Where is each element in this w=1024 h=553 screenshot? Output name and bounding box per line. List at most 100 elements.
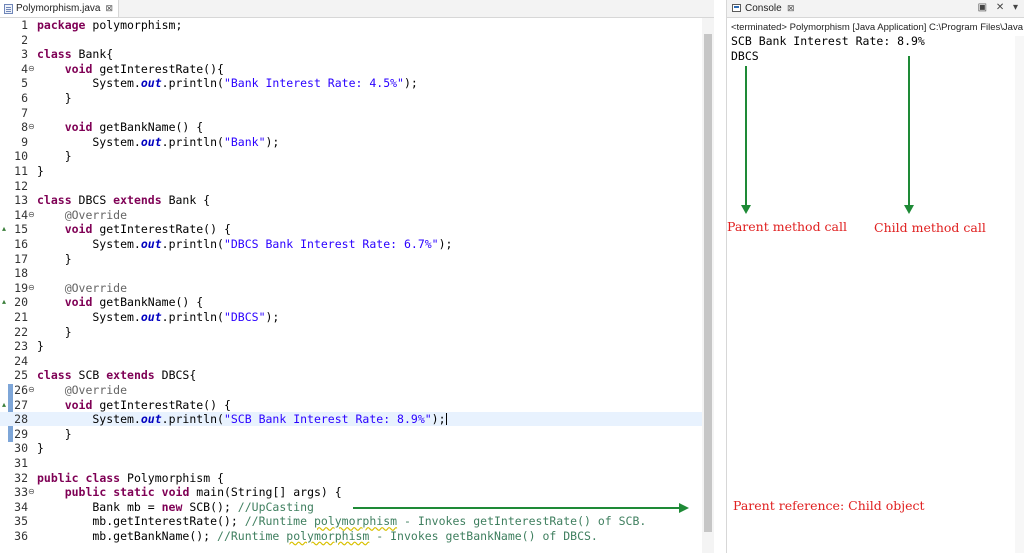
code-text: class SCB extends DBCS{ (37, 368, 197, 383)
code-text: public class Polymorphism { (37, 470, 224, 485)
code-line[interactable]: 30} (0, 441, 702, 455)
code-text: } (37, 339, 44, 354)
code-line[interactable]: 35 mb.getInterestRate(); //Runtime polym… (0, 514, 702, 528)
code-text: mb.getInterestRate(); //Runtime polymorp… (37, 514, 647, 529)
code-line[interactable]: 20 ▴ void getBankName() { (0, 295, 702, 309)
code-line[interactable]: 9 System.out.println("Bank"); (0, 135, 702, 149)
fold-toggle-icon[interactable]: ⊖ (28, 383, 36, 398)
code-line[interactable]: 15 ▴ void getInterestRate() { (0, 222, 702, 236)
line-number: 26 (14, 383, 28, 397)
code-line[interactable]: 2 (0, 33, 702, 47)
code-line[interactable]: 5 System.out.println("Bank Interest Rate… (0, 76, 702, 90)
parent-reference-note: Parent reference: Child object (733, 498, 925, 513)
code-line[interactable]: 32 public class Polymorphism { (0, 471, 702, 485)
close-icon[interactable]: ⊠ (787, 3, 795, 14)
code-line[interactable]: 10 } (0, 149, 702, 163)
code-line[interactable]: 31 (0, 456, 702, 470)
code-line[interactable]: 14 ⊖ @Override (0, 208, 702, 222)
line-number: 24 (14, 353, 28, 368)
terminated-status: <terminated> Polymorphism [Java Applicat… (731, 22, 1023, 33)
code-line[interactable]: 27 ▴ void getInterestRate() { (0, 398, 702, 412)
console-scrollbar[interactable] (1015, 36, 1024, 553)
code-line[interactable]: 16 System.out.println("DBCS Bank Interes… (0, 237, 702, 251)
code-line[interactable]: 21 System.out.println("DBCS"); (0, 310, 702, 324)
code-text: void getInterestRate() { (64, 397, 231, 412)
code-text: } (37, 164, 44, 178)
code-text: } (37, 426, 72, 441)
console-toolbar-icons[interactable]: ▣ ✕ ▾ (978, 2, 1021, 13)
tab-console[interactable]: Console (745, 3, 782, 14)
code-line[interactable]: 29 } (0, 427, 702, 441)
fold-toggle-icon[interactable]: ⊖ (28, 208, 36, 223)
code-line[interactable]: 22 } (0, 325, 702, 339)
code-text: mb.getBankName(); //Runtime polymorphism… (37, 529, 598, 543)
line-number: 33 (14, 485, 28, 500)
code-editor[interactable]: Polymorphism.java ⊠ 1 package polymorphis… (0, 0, 714, 553)
line-number: 31 (14, 456, 28, 470)
code-text: } (37, 149, 72, 164)
line-number: 11 (14, 164, 28, 178)
line-number: 25 (14, 368, 28, 383)
line-number: 22 (14, 324, 28, 339)
code-line[interactable]: 13 class DBCS extends Bank { (0, 193, 702, 207)
code-line[interactable]: 36 mb.getBankName(); //Runtime polymorph… (0, 529, 702, 543)
code-line[interactable]: 19 ⊖ @Override (0, 281, 702, 295)
vertical-scrollbar[interactable] (702, 18, 714, 553)
tab-label: Polymorphism.java (16, 3, 101, 14)
code-line[interactable]: 17 } (0, 252, 702, 266)
code-text: public static void main(String[] args) { (64, 485, 342, 500)
override-marker-icon: ▴ (2, 297, 7, 307)
code-line[interactable]: 33 ⊖ public static void main(String[] arg… (0, 485, 702, 499)
line-number: 2 (21, 32, 28, 47)
code-line[interactable]: 28 System.out.println("SCB Bank Interest… (0, 412, 702, 427)
child-method-call-note: Child method call (874, 220, 986, 235)
code-text: void getInterestRate() { (64, 222, 231, 237)
code-text: class Bank{ (37, 47, 114, 62)
code-text: Bank mb = new SCB(); //UpCasting (37, 499, 314, 514)
code-line[interactable]: 23} (0, 339, 702, 353)
java-file-icon (4, 3, 13, 14)
code-line[interactable]: 4 ⊖ void getInterestRate(){ (0, 62, 702, 76)
code-text: System.out.println("Bank"); (37, 134, 280, 149)
line-number: 4 (21, 61, 28, 76)
line-number: 30 (14, 441, 28, 456)
fold-toggle-icon[interactable]: ⊖ (28, 62, 36, 77)
line-number: 23 (14, 339, 28, 354)
code-text: package polymorphism; (37, 18, 183, 32)
code-line[interactable]: 24 (0, 354, 702, 368)
code-text: System.out.println("Bank Interest Rate: … (37, 76, 418, 91)
console-view: Console ⊠ ▣ ✕ ▾ <terminated> Polymorphis… (726, 0, 1024, 553)
fold-toggle-icon[interactable]: ⊖ (28, 281, 36, 296)
line-number: 6 (21, 91, 28, 105)
scrollbar-thumb[interactable] (704, 34, 712, 532)
fold-toggle-icon[interactable]: ⊖ (28, 485, 36, 500)
line-number: 17 (14, 251, 28, 266)
line-number: 1 (21, 18, 28, 32)
console-icon (732, 4, 741, 12)
code-line[interactable]: 12 (0, 179, 702, 193)
code-line[interactable]: 26 ⊖ @Override (0, 383, 702, 397)
code-line[interactable]: 3 class Bank{ (0, 47, 702, 61)
code-line[interactable]: 25 class SCB extends DBCS{ (0, 368, 702, 382)
line-number: 12 (14, 178, 28, 193)
code-text: @Override (64, 383, 128, 397)
code-line[interactable]: 18 (0, 266, 702, 280)
tab-polymorphism-java[interactable]: Polymorphism.java ⊠ (0, 0, 119, 17)
code-line[interactable]: 7 (0, 106, 702, 120)
code-text: class DBCS extends Bank { (37, 193, 211, 208)
close-icon[interactable]: ⊠ (105, 3, 113, 14)
code-line[interactable]: 34 Bank mb = new SCB(); //UpCasting (0, 500, 702, 514)
code-line[interactable]: 6 } (0, 91, 702, 105)
override-marker-icon: ▴ (2, 399, 7, 409)
code-text: System.out.println("DBCS"); (37, 310, 280, 324)
code-text: } (37, 441, 44, 456)
line-number: 29 (14, 426, 28, 441)
line-number: 19 (14, 280, 28, 295)
code-line[interactable]: 8 ⊖ void getBankName() { (0, 120, 702, 134)
code-line[interactable]: 1 package polymorphism; (0, 18, 702, 32)
line-number: 34 (14, 499, 28, 514)
fold-toggle-icon[interactable]: ⊖ (28, 120, 36, 135)
line-number: 9 (21, 134, 28, 149)
code-line[interactable]: 11} (0, 164, 702, 178)
line-number: 5 (21, 76, 28, 91)
